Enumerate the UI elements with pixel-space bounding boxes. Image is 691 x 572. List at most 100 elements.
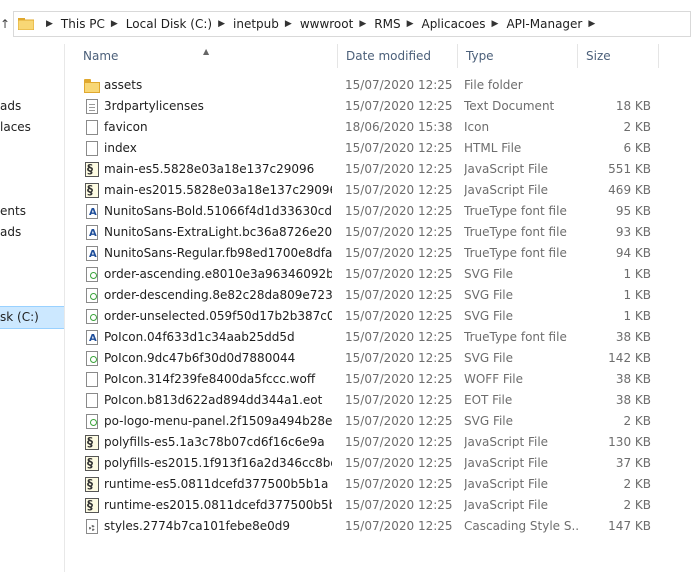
file-size: 38 KB — [615, 393, 651, 407]
file-date: 15/07/2020 12:25 — [345, 477, 453, 491]
breadcrumb-item[interactable]: Aplicacoes — [421, 17, 485, 31]
file-size: 130 KB — [608, 435, 651, 449]
chevron-right-icon[interactable]: ▶ — [218, 19, 225, 29]
file-date: 15/07/2020 12:25 — [345, 351, 453, 365]
chevron-right-icon[interactable]: ▶ — [111, 19, 118, 29]
file-icon-cell — [84, 120, 100, 136]
column-date-header[interactable]: Date modified — [338, 44, 458, 68]
nav-item[interactable]: laces — [0, 117, 64, 138]
nav-item[interactable]: ents — [0, 201, 64, 222]
file-row[interactable]: polyfills-es5.1a3c78b07cd6f16c6e9a 15/07/… — [75, 432, 659, 453]
file-row[interactable]: polyfills-es2015.1f913f16a2d346cc8bdc 15/… — [75, 453, 659, 474]
file-name: po-logo-menu-panel.2f1509a494b28e58c... — [104, 414, 332, 428]
file-size: 1 KB — [623, 309, 651, 323]
breadcrumb-item[interactable]: inetpub — [233, 17, 279, 31]
file-name: PoIcon.314f239fe8400da5fccc.woff — [104, 372, 316, 386]
breadcrumb-item[interactable]: wwwroot — [300, 17, 354, 31]
file-type: EOT File — [464, 393, 513, 407]
svg-file-icon — [86, 288, 98, 303]
nav-item[interactable]: ads — [0, 96, 64, 117]
chevron-right-icon[interactable]: ▶ — [588, 19, 595, 29]
file-row[interactable]: PoIcon.314f239fe8400da5fccc.woff 15/07/20… — [75, 369, 659, 390]
column-date-label: Date modified — [346, 49, 432, 63]
file-icon-cell — [84, 183, 100, 199]
javascript-file-icon — [85, 477, 99, 493]
file-type: JavaScript File — [464, 162, 549, 176]
chevron-right-icon[interactable]: ▶ — [359, 19, 366, 29]
file-row[interactable]: main-es2015.5828e03a18e137c29096 15/07/20… — [75, 180, 659, 201]
file-icon-cell — [84, 309, 100, 325]
file-row[interactable]: order-unselected.059f50d17b2b387c0cad 15/… — [75, 306, 659, 327]
breadcrumb-item[interactable]: This PC — [61, 17, 105, 31]
file-size: 142 KB — [608, 351, 651, 365]
file-row[interactable]: main-es5.5828e03a18e137c29096 15/07/2020 … — [75, 159, 659, 180]
chevron-right-icon[interactable]: ▶ — [46, 19, 53, 29]
file-name: NunitoSans-Bold.51066f4d1d33630cd761 — [104, 204, 332, 218]
breadcrumb-item[interactable]: API-Manager — [506, 17, 582, 31]
file-name: main-es5.5828e03a18e137c29096 — [104, 162, 315, 176]
file-date: 15/07/2020 12:25 — [345, 99, 453, 113]
file-date: 15/07/2020 12:25 — [345, 78, 453, 92]
address-box[interactable]: ▶ This PC ▶ Local Disk (C:) ▶ inetpub ▶ wwwroot… — [13, 11, 691, 37]
chevron-right-icon[interactable]: ▶ — [492, 19, 499, 29]
file-date: 15/07/2020 12:25 — [345, 435, 453, 449]
file-type: SVG File — [464, 414, 514, 428]
file-size: 93 KB — [615, 225, 651, 239]
breadcrumb-item[interactable]: RMS — [374, 17, 400, 31]
file-name: order-ascending.e8010e3a96346092b91b — [104, 267, 332, 281]
javascript-file-icon — [85, 456, 99, 472]
column-type-header[interactable]: Type — [458, 44, 578, 68]
file-row[interactable]: NunitoSans-Regular.fb98ed1700e8dfaf0764 1… — [75, 243, 659, 264]
chevron-right-icon[interactable]: ▶ — [285, 19, 292, 29]
file-row[interactable]: po-logo-menu-panel.2f1509a494b28e58c... 1… — [75, 411, 659, 432]
column-size-label: Size — [586, 49, 611, 63]
file-size: 2 KB — [623, 120, 651, 134]
file-type: TrueType font file — [464, 204, 567, 218]
file-date: 15/07/2020 12:25 — [345, 225, 453, 239]
file-row[interactable]: order-descending.8e82c28da809e7235436 15/… — [75, 285, 659, 306]
file-date: 18/06/2020 15:38 — [345, 120, 453, 134]
svg-file-icon — [86, 267, 98, 282]
file-row[interactable]: order-ascending.e8010e3a96346092b91b 15/0… — [75, 264, 659, 285]
column-name-header[interactable]: Name ▲ — [75, 44, 338, 68]
file-date: 15/07/2020 12:25 — [345, 267, 453, 281]
file-date: 15/07/2020 12:25 — [345, 414, 453, 428]
file-type: JavaScript File — [464, 498, 549, 512]
file-row[interactable]: runtime-es5.0811dcefd377500b5b1a 15/07/20… — [75, 474, 659, 495]
sort-ascending-icon: ▲ — [203, 47, 210, 56]
breadcrumb-item[interactable]: Local Disk (C:) — [126, 17, 212, 31]
file-type: JavaScript File — [464, 183, 549, 197]
file-row[interactable]: PoIcon.04f633d1c34aab25dd5d 15/07/2020 12… — [75, 327, 659, 348]
file-row[interactable]: NunitoSans-ExtraLight.bc36a8726e20804...… — [75, 222, 659, 243]
file-name: polyfills-es5.1a3c78b07cd6f16c6e9a — [104, 435, 325, 449]
file-size: 1 KB — [623, 267, 651, 281]
file-row[interactable]: styles.2774b7ca101febe8e0d9 15/07/2020 12… — [75, 516, 659, 537]
file-date: 15/07/2020 12:25 — [345, 309, 453, 323]
file-name: favicon — [104, 120, 148, 134]
file-row[interactable]: favicon 18/06/2020 15:38 Icon 2 KB — [75, 117, 659, 138]
navigation-pane: ads laces ents ads sk (C:) — [0, 44, 65, 572]
breadcrumb: ▶ This PC ▶ Local Disk (C:) ▶ inetpub ▶ wwwroot… — [17, 12, 603, 36]
up-arrow-icon[interactable]: ↑ — [0, 14, 10, 34]
nav-item[interactable]: ads — [0, 222, 64, 243]
file-name: runtime-es5.0811dcefd377500b5b1a — [104, 477, 329, 491]
icon-file-icon — [86, 120, 98, 135]
file-size: 37 KB — [615, 456, 651, 470]
file-row[interactable]: 3rdpartylicenses 15/07/2020 12:25 Text Doc… — [75, 96, 659, 117]
chevron-right-icon[interactable]: ▶ — [407, 19, 414, 29]
file-date: 15/07/2020 12:25 — [345, 183, 453, 197]
file-row[interactable]: NunitoSans-Bold.51066f4d1d33630cd761 15/0… — [75, 201, 659, 222]
column-size-header[interactable]: Size — [578, 44, 659, 68]
file-type: SVG File — [464, 288, 514, 302]
file-row[interactable]: runtime-es2015.0811dcefd377500b5b1a 15/07… — [75, 495, 659, 516]
file-size: 2 KB — [623, 498, 651, 512]
file-row[interactable]: index 15/07/2020 12:25 HTML File 6 KB — [75, 138, 659, 159]
nav-item[interactable]: sk (C:) — [0, 306, 64, 329]
file-size — [575, 75, 651, 96]
file-row[interactable]: assets 15/07/2020 12:25 File folder — [75, 75, 659, 96]
file-row[interactable]: PoIcon.b813d622ad894dd344a1.eot 15/07/202… — [75, 390, 659, 411]
javascript-file-icon — [85, 435, 99, 451]
folder-icon — [84, 79, 100, 93]
file-row[interactable]: PoIcon.9dc47b6f30d0d7880044 15/07/2020 12… — [75, 348, 659, 369]
file-name: 3rdpartylicenses — [104, 99, 204, 113]
